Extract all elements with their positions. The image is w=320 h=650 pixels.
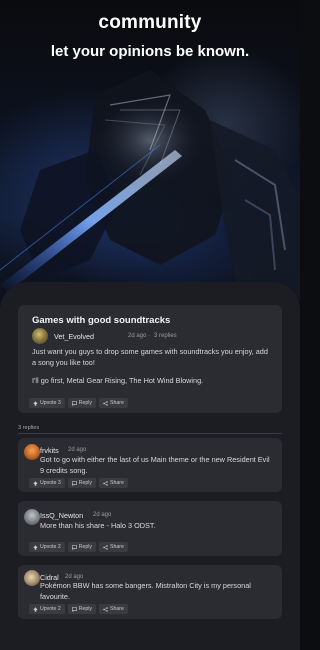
reply-button[interactable]: Reply — [67, 542, 97, 552]
reply-icon — [71, 544, 77, 550]
upvote-icon — [33, 544, 38, 550]
comment-author[interactable]: IssQ_Newton — [40, 511, 83, 520]
share-icon — [103, 480, 108, 486]
comment-actions: Upvote 3 Reply Share — [29, 478, 128, 488]
share-label: Share — [110, 400, 124, 406]
post-reply-count[interactable]: 3 replies — [154, 333, 177, 339]
comment-time: 2d ago — [93, 512, 112, 518]
community-screen: community let your opinions be known. Ga… — [0, 0, 300, 650]
upvote-label: Upvote 3 — [40, 480, 61, 486]
comment-actions: Upvote 2 Reply Share — [29, 604, 128, 614]
avatar[interactable] — [24, 570, 40, 586]
share-icon — [103, 606, 108, 612]
upvote-button[interactable]: Upvote 2 — [29, 542, 65, 552]
upvote-label: Upvote 2 — [40, 606, 61, 612]
page-subtitle: let your opinions be known. — [50, 43, 250, 60]
upvote-label: Upvote 2 — [40, 544, 61, 550]
upvote-button[interactable]: Upvote 3 — [29, 398, 65, 408]
share-label: Share — [110, 544, 124, 550]
comment-actions: Upvote 2 Reply Share — [29, 542, 128, 552]
share-button[interactable]: Share — [99, 542, 128, 552]
share-button[interactable]: Share — [99, 478, 128, 488]
comment-author[interactable]: frvkits — [40, 446, 59, 455]
comment-text: Pokémon BBW has some bangers. Mistralton… — [40, 581, 251, 601]
upvote-icon — [33, 400, 38, 406]
comment-time: 2d ago — [68, 447, 87, 453]
reply-button[interactable]: Reply — [67, 398, 97, 408]
comment-card[interactable]: Cidral 2d ago Pokémon BBW has some bange… — [18, 565, 282, 619]
post-time: 2d ago — [128, 333, 147, 339]
share-icon — [103, 544, 108, 550]
reply-label: Reply — [78, 544, 93, 550]
replies-count-label: 3 replies — [18, 425, 40, 431]
reply-label: Reply — [78, 400, 93, 406]
upvote-button[interactable]: Upvote 2 — [29, 604, 65, 614]
share-label: Share — [110, 480, 124, 486]
comment-time: 2d ago — [65, 574, 84, 580]
comment-text: More than his share - Halo 3 ODST. — [40, 521, 156, 530]
divider — [18, 433, 282, 434]
comment-text: Got to go with either the last of us Mai… — [40, 455, 270, 475]
comment-card[interactable]: frvkits 2d ago Got to go with either the… — [18, 438, 282, 492]
post-body: Just want you guys to drop some games wi… — [32, 347, 268, 367]
reply-button[interactable]: Reply — [67, 478, 97, 488]
comment-card[interactable]: IssQ_Newton 2d ago More than his share -… — [18, 501, 282, 556]
share-icon — [103, 400, 108, 406]
page-title: community — [98, 12, 202, 33]
reply-icon — [71, 480, 77, 486]
upvote-icon — [33, 480, 38, 486]
post-title: Games with good soundtracks — [32, 315, 171, 326]
reply-label: Reply — [78, 606, 93, 612]
avatar[interactable] — [24, 509, 40, 525]
reply-label: Reply — [78, 480, 93, 486]
post-bullet: · — [148, 333, 150, 339]
avatar[interactable] — [24, 444, 40, 460]
share-label: Share — [110, 606, 124, 612]
post-body-second: I'll go first, Metal Gear Rising, The Ho… — [32, 376, 204, 385]
reply-icon — [71, 606, 77, 612]
avatar[interactable] — [32, 328, 48, 344]
upvote-button[interactable]: Upvote 3 — [29, 478, 65, 488]
post-author[interactable]: Vet_Evolved — [54, 332, 94, 341]
share-button[interactable]: Share — [99, 604, 128, 614]
share-button[interactable]: Share — [99, 398, 128, 408]
reply-icon — [71, 400, 77, 406]
post-card[interactable]: Games with good soundtracks Vet_Evolved … — [18, 305, 282, 413]
post-actions: Upvote 3 Reply Share — [29, 398, 128, 408]
upvote-icon — [33, 606, 38, 612]
upvote-label: Upvote 3 — [40, 400, 61, 406]
reply-button[interactable]: Reply — [67, 604, 97, 614]
